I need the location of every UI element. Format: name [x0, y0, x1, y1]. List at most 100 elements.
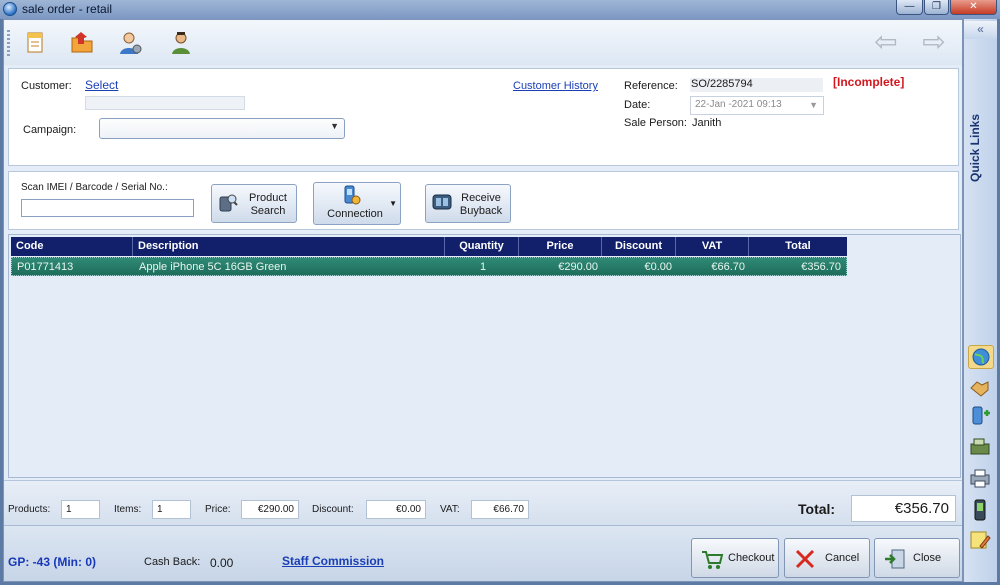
- window-title: sale order - retail: [22, 2, 113, 16]
- exit-door-icon: [883, 547, 907, 571]
- collapse-sidebar-button[interactable]: «: [964, 21, 997, 39]
- salesperson-label: Sale Person:: [624, 117, 687, 129]
- reference-field: SO/2285794: [690, 78, 823, 92]
- grand-total-value: €356.70: [851, 495, 956, 522]
- receive-buyback-button[interactable]: Receive Buyback: [425, 184, 511, 223]
- buyback-icon: [432, 191, 452, 213]
- app-icon: [3, 2, 17, 16]
- shopping-cart-icon: [700, 547, 724, 571]
- connection-phone-icon: [341, 185, 361, 207]
- campaign-label: Campaign:: [23, 124, 77, 136]
- cell-code: P01771413: [17, 261, 74, 273]
- chevron-down-icon: ▼: [809, 100, 818, 110]
- checkout-label: Checkout: [728, 552, 775, 564]
- cell-price: €290.00: [558, 261, 598, 273]
- cash-register-icon[interactable]: [968, 435, 994, 459]
- forward-arrow-icon[interactable]: ⇨: [920, 28, 948, 56]
- totals-bar: Products: 1 Items: 1 Price: €290.00 Disc…: [4, 480, 962, 525]
- toolbar-grip: [7, 30, 10, 56]
- items-count: 1: [152, 500, 191, 519]
- cashback-value: 0.00: [210, 556, 234, 570]
- cell-description: Apple iPhone 5C 16GB Green: [139, 261, 287, 273]
- cancel-label: Cancel: [825, 552, 860, 564]
- items-label: Items:: [114, 504, 142, 515]
- chevron-down-icon: ▼: [389, 199, 397, 208]
- staff-commission-link[interactable]: Staff Commission: [282, 554, 384, 568]
- col-quantity[interactable]: Quantity: [445, 237, 519, 256]
- customer-icon[interactable]: [117, 30, 143, 56]
- user-icon[interactable]: [168, 30, 194, 56]
- connection-button[interactable]: Connection ▼: [313, 182, 401, 225]
- cancel-button[interactable]: Cancel: [784, 538, 870, 578]
- vat-total: €66.70: [471, 500, 529, 519]
- discount-label: Discount:: [312, 504, 354, 515]
- chevron-down-icon: ▼: [330, 121, 339, 131]
- cell-quantity: 1: [479, 261, 487, 273]
- col-description[interactable]: Description: [133, 237, 445, 256]
- quick-links-title: Quick Links: [968, 113, 982, 183]
- grand-total-label: Total:: [798, 501, 836, 517]
- date-picker[interactable]: 22-Jan -2021 09:13 ▼: [690, 96, 824, 115]
- discount-total: €0.00: [366, 500, 426, 519]
- back-arrow-icon[interactable]: ⇦: [872, 28, 900, 56]
- customer-label: Customer:: [21, 80, 72, 92]
- customer-panel: Customer: Select Campaign: ▼ Customer Hi…: [8, 68, 959, 166]
- col-price[interactable]: Price: [519, 237, 602, 256]
- gp-indicator: GP: -43 (Min: 0): [8, 555, 97, 569]
- quick-links-sidebar: « Quick Links: [963, 19, 997, 582]
- price-total: €290.00: [241, 500, 299, 519]
- products-label: Products:: [8, 504, 51, 515]
- cell-discount: €0.00: [644, 261, 672, 273]
- status-badge: [Incomplete]: [833, 75, 905, 89]
- table-header: Code Description Quantity Price Discount…: [11, 237, 847, 256]
- product-search-button[interactable]: Product Search: [211, 184, 297, 223]
- cell-vat: €66.70: [711, 261, 745, 273]
- date-label: Date:: [624, 99, 651, 111]
- cell-total: €356.70: [801, 261, 841, 273]
- table-row[interactable]: P01771413 Apple iPhone 5C 16GB Green 1 €…: [11, 257, 847, 276]
- select-customer-link[interactable]: Select: [85, 78, 118, 92]
- maximize-button[interactable]: ❐: [924, 0, 949, 15]
- sale-order-window: ⇦ ⇨ Customer: Select Campaign: ▼ Custome…: [3, 19, 963, 582]
- col-vat[interactable]: VAT: [676, 237, 749, 256]
- printer-icon[interactable]: [968, 467, 994, 491]
- title-bar: sale order - retail — ❐ ✕: [0, 0, 1000, 19]
- product-search-label: Product Search: [249, 192, 287, 217]
- checkout-button[interactable]: Checkout: [691, 538, 779, 578]
- toolbar: ⇦ ⇨: [4, 20, 962, 65]
- scan-input[interactable]: [21, 199, 194, 217]
- vat-label: VAT:: [440, 504, 460, 515]
- minimize-button[interactable]: —: [896, 0, 923, 15]
- close-window-button[interactable]: ✕: [950, 0, 997, 15]
- receive-buyback-label: Receive Buyback: [459, 192, 503, 217]
- handshake-icon[interactable]: [968, 376, 994, 400]
- close-label: Close: [913, 552, 942, 564]
- note-pencil-icon[interactable]: [968, 529, 994, 553]
- cancel-x-icon: [793, 547, 817, 571]
- connection-label: Connection: [327, 208, 383, 220]
- products-count: 1: [61, 500, 100, 519]
- add-device-icon[interactable]: [968, 405, 994, 429]
- salesperson-value: Janith: [692, 117, 722, 129]
- col-code[interactable]: Code: [11, 237, 133, 256]
- mobile-phone-icon[interactable]: [968, 499, 994, 523]
- col-total[interactable]: Total: [749, 237, 847, 256]
- order-lines-table: Code Description Quantity Price Discount…: [8, 234, 961, 478]
- scan-label: Scan IMEI / Barcode / Serial No.:: [21, 182, 168, 193]
- col-discount[interactable]: Discount: [602, 237, 676, 256]
- action-bar: GP: -43 (Min: 0) Cash Back: 0.00 Staff C…: [4, 525, 962, 581]
- campaign-select[interactable]: ▼: [99, 118, 345, 139]
- reference-label: Reference:: [624, 80, 678, 92]
- price-label: Price:: [205, 504, 231, 515]
- reference-value: SO/2285794: [691, 78, 753, 90]
- close-button[interactable]: Close: [874, 538, 960, 578]
- globe-icon[interactable]: [968, 345, 994, 369]
- customer-name-field: [85, 96, 245, 110]
- product-search-icon: [218, 191, 238, 213]
- new-document-icon[interactable]: [22, 30, 48, 56]
- date-value: 22-Jan -2021 09:13: [695, 99, 782, 110]
- cashback-label: Cash Back:: [144, 556, 201, 568]
- scan-panel: Scan IMEI / Barcode / Serial No.: Produc…: [8, 171, 959, 230]
- open-folder-icon[interactable]: [69, 30, 95, 56]
- customer-history-link[interactable]: Customer History: [513, 80, 598, 92]
